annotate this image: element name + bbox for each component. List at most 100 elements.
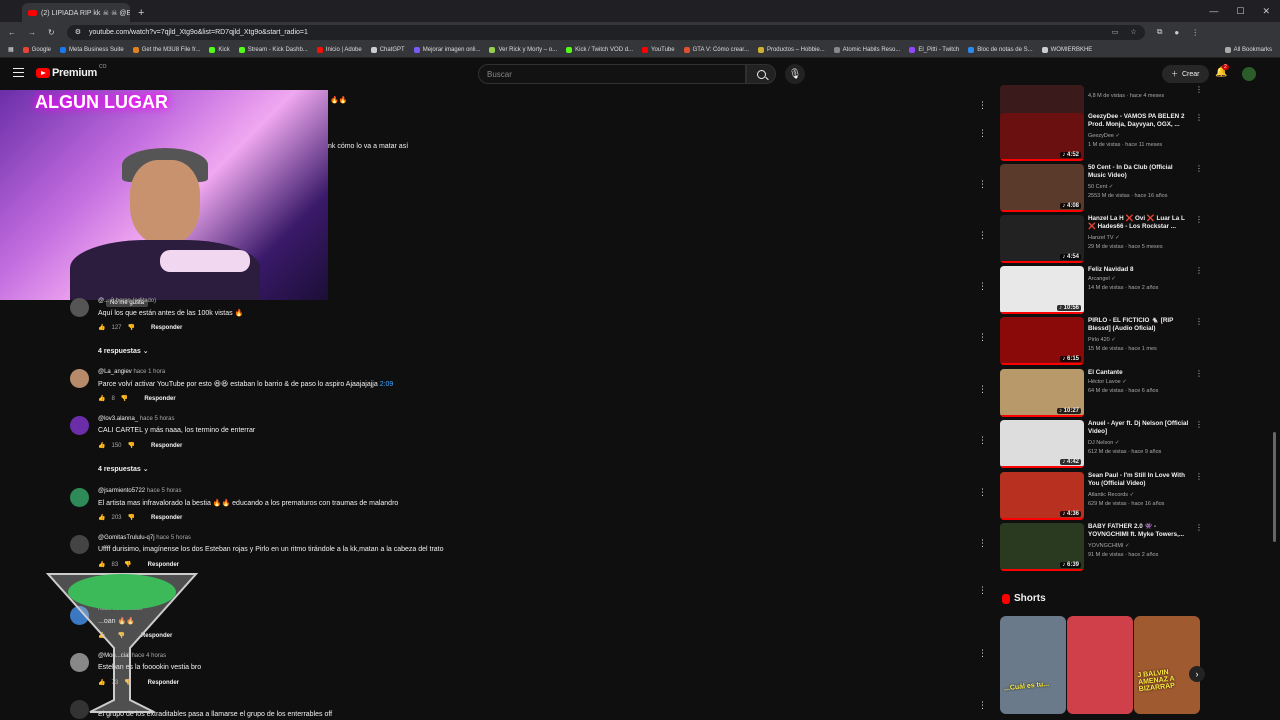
like-icon[interactable]: 👍 [98, 395, 105, 402]
video-title[interactable]: Sean Paul - I'm Still In Love With You (… [1088, 472, 1190, 488]
comment-author[interactable]: @... [98, 298, 109, 304]
like-icon[interactable]: 👍 [98, 324, 105, 331]
video-title[interactable]: Anuel - Ayer ft. Dj Nelson [Official Vid… [1088, 420, 1190, 436]
video-thumbnail[interactable]: ♪ 10:27 [1000, 369, 1084, 417]
extensions-icon[interactable]: ⧉ [1157, 27, 1163, 37]
dislike-icon[interactable]: 👎 [128, 514, 135, 521]
related-video-item[interactable]: ♪ 10:27 El Cantante Héctor Lavoe ✓ 64 M … [1000, 369, 1203, 417]
like-icon[interactable]: 👍 [98, 514, 105, 521]
shorts-next-button[interactable]: › [1189, 666, 1205, 682]
video-title[interactable]: El Cantante [1088, 369, 1190, 377]
short-thumbnail[interactable]: J BALVIN AMENAZ A BIZARRAP [1134, 616, 1200, 714]
forward-icon[interactable]: → [28, 28, 36, 37]
dislike-icon[interactable]: 👎 [124, 561, 131, 568]
bookmark-item[interactable]: Bloc de notas de S... [968, 46, 1033, 53]
youtube-logo[interactable]: Premium CO [36, 64, 106, 79]
short-thumbnail[interactable]: ...Cuál es tu... [1000, 616, 1066, 714]
channel-name[interactable]: Pirlo 420 [1088, 337, 1110, 343]
video-thumbnail[interactable]: ♪ 4:54 [1000, 215, 1084, 263]
channel-name[interactable]: Hanzel TV [1088, 235, 1114, 241]
bookmark-item[interactable]: Google [22, 46, 51, 53]
video-options-icon[interactable]: ⋮ [1195, 164, 1203, 173]
video-title[interactable]: GeezyDee - VAMOS PA BELEN 2 Prod. Monja,… [1088, 113, 1190, 129]
reply-button[interactable]: Responder [151, 325, 182, 331]
bookmark-item[interactable]: Ver Rick y Morty – o... [489, 46, 557, 53]
video-options-icon[interactable]: ⋮ [1195, 85, 1203, 94]
like-icon[interactable]: 👍 [98, 561, 105, 568]
side-menu-icon[interactable]: ⋮ [978, 585, 987, 596]
related-video-item[interactable]: ♪ 4:08 50 Cent - In Da Club (Official Mu… [1000, 164, 1203, 212]
bookmark-star-icon[interactable]: ☆ [1130, 28, 1136, 36]
bookmark-item[interactable]: Stream - Kick Dashb... [238, 46, 308, 53]
video-options-icon[interactable]: ⋮ [1195, 215, 1203, 224]
side-menu-icon[interactable]: ⋮ [978, 332, 987, 343]
short-thumbnail[interactable] [1067, 616, 1133, 714]
related-video-item[interactable]: ♪ 4:52 GeezyDee - VAMOS PA BELEN 2 Prod.… [1000, 113, 1203, 161]
video-title[interactable]: BABY FATHER 2.0 👾 - YOVNGCHIMI ft. Myke … [1088, 523, 1190, 539]
side-menu-icon[interactable]: ⋮ [978, 384, 987, 395]
channel-name[interactable]: 50 Cent [1088, 184, 1107, 190]
video-options-icon[interactable]: ⋮ [1195, 523, 1203, 532]
bookmark-item[interactable]: YouTube [642, 46, 675, 53]
minimize-icon[interactable]: — [1209, 6, 1218, 17]
browser-menu-icon[interactable]: ⋮ [1191, 28, 1199, 37]
bookmark-item[interactable]: Meta Business Suite [60, 46, 124, 53]
reply-button[interactable]: Responder [151, 443, 182, 449]
video-options-icon[interactable]: ⋮ [1195, 472, 1203, 481]
video-options-icon[interactable]: ⋮ [1195, 317, 1203, 326]
create-button[interactable]: ＋ Crear [1162, 65, 1209, 83]
reload-icon[interactable]: ↻ [48, 28, 55, 37]
maximize-icon[interactable]: ☐ [1236, 6, 1244, 17]
related-video-item[interactable]: ♪ 6:15 PIRLO - EL FICTICIO 🐁 [RIP Blessd… [1000, 317, 1203, 365]
commenter-avatar[interactable] [70, 298, 89, 317]
comment-author[interactable]: @jsarmiento5722 [98, 488, 145, 494]
video-title[interactable]: Feliz Navidad 8 [1088, 266, 1190, 274]
channel-name[interactable]: DJ Nelson [1088, 440, 1113, 446]
channel-name[interactable]: Héctor Lavoe [1088, 379, 1121, 385]
channel-name[interactable]: GeezyDee [1088, 133, 1114, 139]
side-menu-icon[interactable]: ⋮ [978, 230, 987, 241]
apps-icon[interactable]: ▦ [8, 46, 14, 53]
side-menu-icon[interactable]: ⋮ [978, 179, 987, 190]
video-thumbnail[interactable]: ♪ 4:42 [1000, 420, 1084, 468]
back-icon[interactable]: ← [8, 28, 16, 37]
search-button[interactable] [746, 64, 776, 84]
dislike-icon[interactable]: 👎 [128, 442, 135, 449]
video-title[interactable]: PIRLO - EL FICTICIO 🐁 [RIP Blessd] (Audi… [1088, 317, 1190, 333]
commenter-avatar[interactable] [70, 535, 89, 554]
side-menu-icon[interactable]: ⋮ [978, 538, 987, 549]
search-input[interactable]: Buscar [478, 64, 746, 84]
dislike-icon[interactable]: 👎 [128, 324, 135, 331]
channel-name[interactable]: YOVNGCHIMI [1088, 543, 1123, 549]
reply-button[interactable]: Responder [144, 396, 175, 402]
new-tab-icon[interactable]: + [138, 7, 144, 19]
browser-tab[interactable]: (2) LIPIADA RIP kk ‍☠ ‍☠ @Este ✕ [22, 3, 130, 22]
video-options-icon[interactable]: ⋮ [1195, 113, 1203, 122]
video-options-icon[interactable]: ⋮ [1195, 369, 1203, 378]
side-menu-icon[interactable]: ⋮ [978, 435, 987, 446]
bookmark-item[interactable]: GTA V: Cómo crear... [683, 46, 749, 53]
page-scrollbar[interactable] [1273, 432, 1276, 542]
comment-author[interactable]: @La_angiev [98, 369, 132, 375]
video-thumbnail[interactable]: ♪ 4:36 [1000, 472, 1084, 520]
bookmark-item[interactable]: Kick / Twitch VOD d... [566, 46, 633, 53]
related-video-item[interactable]: ♪ 4:36 Sean Paul - I'm Still In Love Wit… [1000, 472, 1203, 520]
reply-button[interactable]: Responder [151, 515, 182, 521]
side-menu-icon[interactable]: ⋮ [978, 700, 987, 711]
voice-search-button[interactable]: 🎙 [785, 64, 805, 84]
side-menu-icon[interactable]: ⋮ [978, 281, 987, 292]
bookmark-item[interactable]: ChatGPT [370, 46, 405, 53]
related-video-item[interactable]: ♪ 10:56 Feliz Navidad 8 Arcangel ✓ 14 M … [1000, 266, 1203, 314]
related-video-item[interactable]: ♪ 4:42 Anuel - Ayer ft. Dj Nelson [Offic… [1000, 420, 1203, 468]
cast-icon[interactable]: ▭ [1112, 28, 1119, 36]
hamburger-menu-icon[interactable] [13, 68, 24, 77]
bookmark-item[interactable]: Mejorar imagen onli... [413, 46, 480, 53]
bookmark-item[interactable]: El_Pitti - Twitch [909, 46, 959, 53]
side-menu-icon[interactable]: ⋮ [978, 100, 987, 111]
reply-button[interactable]: Responder [148, 562, 179, 568]
bookmark-item[interactable]: Inicio | Adobe [316, 46, 362, 53]
video-title[interactable]: Hanzel La H ❌ Ovi ❌ Luar La L ❌ Hades66 … [1088, 215, 1190, 231]
related-video-item[interactable]: ♪ 4:54 Hanzel La H ❌ Ovi ❌ Luar La L ❌ H… [1000, 215, 1203, 263]
side-menu-icon[interactable]: ⋮ [978, 487, 987, 498]
channel-name[interactable]: Arcangel [1088, 276, 1110, 282]
